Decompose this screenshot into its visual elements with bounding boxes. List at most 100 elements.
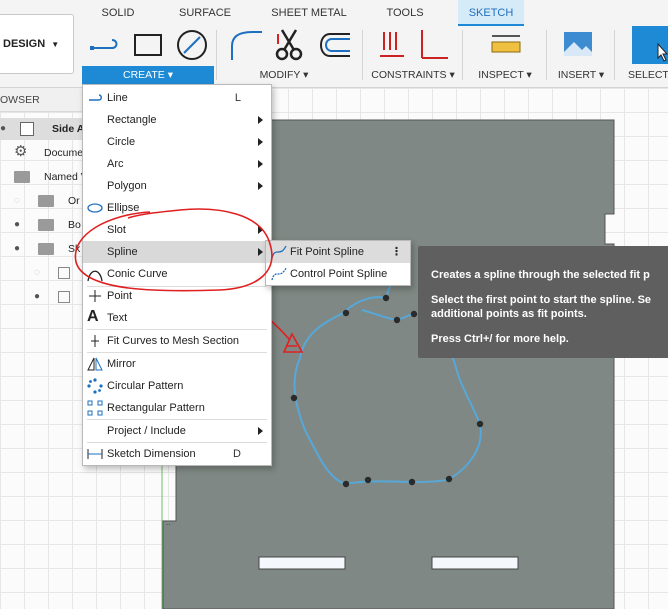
- menu-item-fit-curves[interactable]: Fit Curves to Mesh Section: [83, 330, 271, 352]
- submenu-arrow-icon: [258, 116, 263, 124]
- menu-item-ellipse[interactable]: Ellipse: [83, 197, 271, 219]
- menu-item-project-include[interactable]: Project / Include: [83, 420, 271, 442]
- submenu-arrow-icon: [258, 248, 263, 256]
- menu-item-label: Arc: [107, 158, 124, 170]
- tab-solid[interactable]: SOLID: [88, 0, 148, 26]
- menu-item-sketch-dimension[interactable]: Sketch Dimension D: [83, 443, 271, 465]
- browser-row-root[interactable]: ● Side A: [0, 118, 84, 140]
- tooltip-instruction-1: Select the first point to start the spli…: [431, 294, 652, 306]
- offset-tool-icon[interactable]: [314, 28, 354, 62]
- slot-right: [431, 556, 519, 570]
- circle-tool-icon[interactable]: [174, 28, 210, 62]
- select-dropdown[interactable]: SELECT: [624, 66, 668, 84]
- constraints-dropdown[interactable]: CONSTRAINTS ▾: [368, 66, 458, 84]
- select-tool-button[interactable]: [632, 26, 668, 64]
- dimension-icon: [87, 449, 103, 459]
- submenu-item-fit-point-spline[interactable]: Fit Point Spline ⋮: [266, 241, 410, 263]
- menu-item-rectangle[interactable]: Rectangle: [83, 109, 271, 131]
- visibility-off-icon[interactable]: ◌: [34, 262, 40, 284]
- visibility-eye-icon[interactable]: ●: [14, 238, 20, 260]
- submenu-arrow-icon: [258, 138, 263, 146]
- ribbon-toolbar: SOLID SURFACE SHEET METAL TOOLS SKETCH D…: [0, 0, 668, 88]
- text-a-icon: A: [87, 308, 99, 325]
- folder-icon: [38, 243, 54, 255]
- perpendicular-constraint-icon[interactable]: [416, 28, 450, 62]
- coincident-constraint-icon[interactable]: [378, 28, 408, 62]
- create-label: CREATE: [122, 69, 165, 81]
- menu-item-line[interactable]: Line L: [83, 87, 271, 109]
- line-icon: [89, 94, 102, 101]
- browser-row-document-settings[interactable]: ⚙ Docume: [0, 142, 84, 164]
- sketch-icon: [58, 291, 70, 303]
- cursor-arrow-icon: [657, 42, 668, 62]
- menu-item-label: Fit Curves to Mesh Section: [107, 335, 240, 347]
- more-options-icon[interactable]: ⋮: [391, 241, 402, 263]
- menu-item-label: Circle: [107, 136, 136, 148]
- browser-panel-header[interactable]: OWSER: [0, 88, 82, 112]
- line-tool-icon[interactable]: [88, 28, 124, 62]
- browser-row-bodies[interactable]: ● Bo: [0, 214, 84, 236]
- rectangle-tool-icon[interactable]: [132, 28, 166, 62]
- modify-dropdown[interactable]: MODIFY ▾: [236, 66, 332, 84]
- trim-scissors-icon[interactable]: [272, 28, 308, 62]
- workspace-label: DESIGN: [3, 38, 46, 50]
- tooltip-description: Creates a spline through the selected fi…: [431, 269, 650, 281]
- browser-row-sketch-2[interactable]: ●: [0, 286, 84, 308]
- browser-row-origin[interactable]: ◌ Or: [0, 190, 84, 212]
- fillet-tool-icon[interactable]: [228, 28, 264, 62]
- menu-item-label: Mirror: [107, 358, 136, 370]
- submenu-item-label: Control Point Spline: [290, 268, 388, 280]
- menu-item-point[interactable]: Point: [83, 285, 271, 307]
- menu-item-slot[interactable]: Slot: [83, 219, 271, 241]
- browser-row-named-views[interactable]: Named V: [0, 166, 88, 188]
- ellipse-icon: [87, 203, 103, 213]
- insert-dropdown[interactable]: INSERT ▾: [554, 66, 608, 84]
- constraints-label: CONSTRAINTS: [371, 69, 447, 81]
- circular-pattern-icon: [87, 378, 103, 394]
- browser-title: OWSER: [0, 94, 40, 106]
- tab-sketch[interactable]: SKETCH: [458, 0, 524, 26]
- menu-item-circle[interactable]: Circle: [83, 131, 271, 153]
- menu-item-spline[interactable]: Spline: [83, 241, 271, 263]
- menu-item-polygon[interactable]: Polygon: [83, 175, 271, 197]
- inspect-dropdown[interactable]: INSPECT ▾: [474, 66, 536, 84]
- measure-ruler-icon[interactable]: [488, 28, 524, 62]
- insert-image-icon[interactable]: [562, 28, 594, 62]
- menu-item-label: Sketch Dimension: [107, 448, 196, 460]
- folder-icon: [38, 195, 54, 207]
- menu-item-conic-curve[interactable]: Conic Curve: [83, 263, 271, 285]
- mesh-section-icon: [91, 335, 99, 347]
- menu-item-text[interactable]: A Text: [83, 307, 271, 329]
- visibility-off-icon[interactable]: ◌: [14, 190, 20, 212]
- tab-surface[interactable]: SURFACE: [170, 0, 240, 26]
- menu-item-mirror[interactable]: Mirror: [83, 353, 271, 375]
- rectangular-pattern-icon: [87, 400, 103, 416]
- control-point-spline-icon: [271, 267, 287, 281]
- tab-sheet-metal[interactable]: SHEET METAL: [266, 0, 352, 26]
- menu-item-label: Circular Pattern: [107, 380, 184, 392]
- gear-icon: ⚙: [14, 143, 28, 160]
- workspace-switcher[interactable]: DESIGN ▼: [0, 14, 74, 74]
- menu-item-rectangular-pattern[interactable]: Rectangular Pattern: [83, 397, 271, 419]
- menu-item-label: Text: [107, 312, 128, 324]
- menu-item-arc[interactable]: Arc: [83, 153, 271, 175]
- visibility-eye-icon[interactable]: ●: [14, 214, 20, 236]
- svg-text:..: ..: [166, 518, 170, 527]
- create-dropdown[interactable]: CREATE ▾: [82, 66, 214, 84]
- spline-submenu: Fit Point Spline ⋮ Control Point Spline: [265, 240, 411, 286]
- menu-item-circular-pattern[interactable]: Circular Pattern: [83, 375, 271, 397]
- tab-tools[interactable]: TOOLS: [380, 0, 430, 26]
- browser-row-sketches[interactable]: ● Sk: [0, 238, 84, 260]
- folder-icon: [38, 219, 54, 231]
- create-menu: Line L Rectangle Circle Arc Polygon Elli…: [82, 84, 272, 466]
- menu-item-label: Rectangular Pattern: [107, 402, 205, 414]
- submenu-item-control-point-spline[interactable]: Control Point Spline: [266, 263, 410, 285]
- point-icon: [89, 290, 101, 302]
- browser-row-label: Sk: [68, 243, 81, 255]
- conic-curve-icon: [87, 270, 103, 282]
- visibility-eye-icon[interactable]: ●: [34, 286, 40, 308]
- visibility-eye-icon[interactable]: ●: [0, 118, 6, 140]
- browser-row-sketch-1[interactable]: ◌: [0, 262, 84, 284]
- menu-item-label: Polygon: [107, 180, 147, 192]
- caret-down-icon: ▼: [51, 39, 60, 49]
